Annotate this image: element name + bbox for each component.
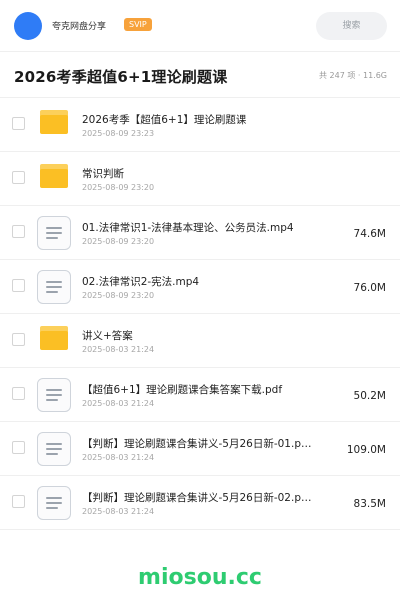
select-checkbox[interactable] xyxy=(12,117,25,130)
page-title: 2026考季超值6+1理论刷题课 xyxy=(14,68,228,86)
select-checkbox[interactable] xyxy=(12,495,25,508)
file-size: 74.6M xyxy=(353,228,386,240)
select-checkbox[interactable] xyxy=(12,387,25,400)
file-date: 2025-08-03 21:24 xyxy=(82,345,155,354)
file-name: 01.法律常识1-法律基本理论、公务员法.mp4 xyxy=(82,222,294,234)
select-checkbox[interactable] xyxy=(12,441,25,454)
select-checkbox[interactable] xyxy=(12,333,25,346)
file-date: 2025-08-09 23:23 xyxy=(82,129,155,138)
document-icon xyxy=(37,486,71,520)
file-date: 2025-08-03 21:24 xyxy=(82,399,155,408)
top-bar: 夸克网盘分享 SVIP 搜索 xyxy=(0,0,400,52)
avatar[interactable] xyxy=(14,12,42,40)
folder-icon xyxy=(40,326,68,350)
folder-icon xyxy=(40,164,68,188)
file-date: 2025-08-09 23:20 xyxy=(82,183,155,192)
document-icon xyxy=(37,432,71,466)
list-item[interactable]: 常识判断 2025-08-09 23:20 xyxy=(0,152,400,206)
site-watermark: miosou.cc xyxy=(138,565,262,590)
file-size: 109.0M xyxy=(346,444,386,456)
folder-icon xyxy=(40,110,68,134)
list-item[interactable]: 01.法律常识1-法律基本理论、公务员法.mp4 2025-08-09 23:2… xyxy=(0,206,400,260)
file-name: 【判断】理论刷题课合集讲义-5月26日新-01.p… xyxy=(82,438,312,450)
brand-name: 夸克网盘分享 xyxy=(52,22,107,32)
document-icon xyxy=(37,216,71,250)
list-item[interactable]: 02.法律常识2-宪法.mp4 2025-08-09 23:20 76.0M xyxy=(0,260,400,314)
file-name: 02.法律常识2-宪法.mp4 xyxy=(82,276,200,288)
file-name: 讲义+答案 xyxy=(82,330,133,342)
list-item[interactable]: 2026考季【超值6+1】理论刷题课 2025-08-09 23:23 xyxy=(0,98,400,152)
select-checkbox[interactable] xyxy=(12,279,25,292)
file-date: 2025-08-09 23:20 xyxy=(82,237,155,246)
file-name: 常识判断 xyxy=(82,168,124,180)
file-name: 【超值6+1】理论刷题课合集答案下载.pdf xyxy=(82,384,283,396)
file-name: 2026考季【超值6+1】理论刷题课 xyxy=(82,114,247,126)
search-button[interactable]: 搜索 xyxy=(316,12,387,40)
title-bar: 2026考季超值6+1理论刷题课 共 247 项 · 11.6G xyxy=(0,52,400,98)
file-date: 2025-08-09 23:20 xyxy=(82,291,155,300)
list-item[interactable]: 【判断】理论刷题课合集讲义-5月26日新-02.p… 2025-08-03 21… xyxy=(0,476,400,530)
file-date: 2025-08-03 21:24 xyxy=(82,507,155,516)
list-item[interactable]: 【超值6+1】理论刷题课合集答案下载.pdf 2025-08-03 21:24 … xyxy=(0,368,400,422)
file-name: 【判断】理论刷题课合集讲义-5月26日新-02.p… xyxy=(82,492,312,504)
list-item[interactable]: 【判断】理论刷题课合集讲义-5月26日新-01.p… 2025-08-03 21… xyxy=(0,422,400,476)
folder-summary: 共 247 项 · 11.6G xyxy=(319,71,387,80)
select-checkbox[interactable] xyxy=(12,171,25,184)
file-size: 83.5M xyxy=(353,498,386,510)
file-list: 2026考季【超值6+1】理论刷题课 2025-08-09 23:23 常识判断… xyxy=(0,98,400,530)
svip-badge: SVIP xyxy=(124,18,152,31)
file-size: 50.2M xyxy=(353,390,386,402)
select-checkbox[interactable] xyxy=(12,225,25,238)
file-size: 76.0M xyxy=(353,282,386,294)
document-icon xyxy=(37,270,71,304)
file-date: 2025-08-03 21:24 xyxy=(82,453,155,462)
list-item[interactable]: 讲义+答案 2025-08-03 21:24 xyxy=(0,314,400,368)
document-icon xyxy=(37,378,71,412)
